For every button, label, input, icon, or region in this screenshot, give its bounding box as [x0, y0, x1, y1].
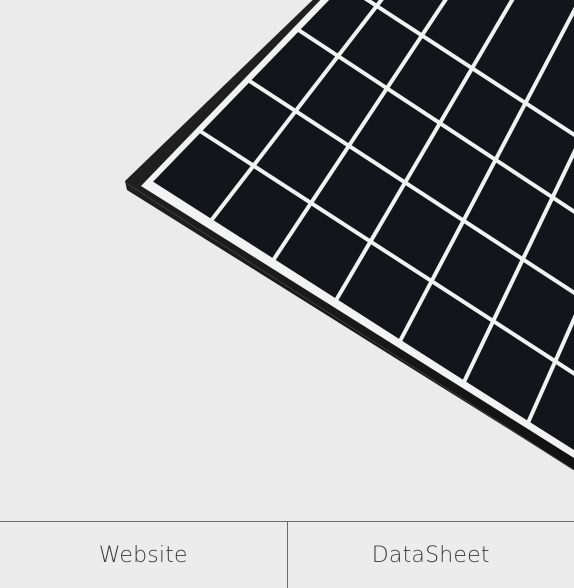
product-image	[0, 0, 574, 520]
bottom-link-bar: Website DataSheet	[0, 521, 574, 588]
solar-panel-icon	[0, 0, 574, 520]
datasheet-link[interactable]: DataSheet	[288, 522, 574, 588]
website-link[interactable]: Website	[0, 522, 288, 588]
